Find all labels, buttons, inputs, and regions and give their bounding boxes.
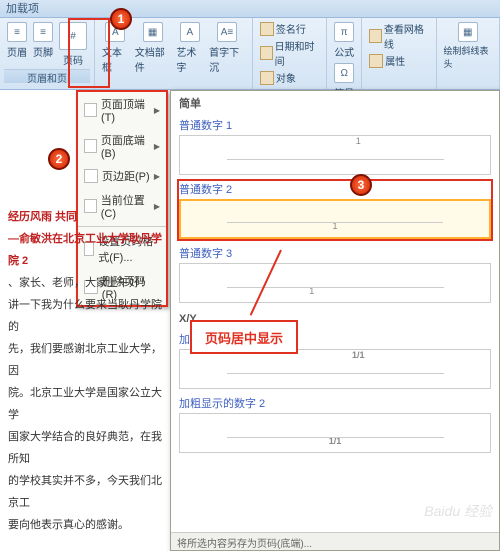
equation-button[interactable]: π公式 <box>331 20 357 61</box>
dropcap-button[interactable]: A≡首字下沉 <box>206 20 248 76</box>
gallery-item-plain1[interactable]: 普通数字 1 1 <box>179 117 491 175</box>
annotation-badge-1: 1 <box>110 8 132 30</box>
signature-button[interactable]: 签名行 <box>257 20 322 37</box>
chevron-right-icon: ▶ <box>154 172 160 181</box>
annotation-badge-3: 3 <box>350 174 372 196</box>
gallery-save-selection[interactable]: 将所选内容另存为页码(底端)... <box>171 532 499 550</box>
doc-text: 院。北京工业大学是国家公立大学 <box>8 382 162 426</box>
footer-button[interactable]: ≡页脚 <box>30 20 56 69</box>
doc-text: 讲一下我为什么要来当耿丹学院的 <box>8 294 162 338</box>
doc-text: 先，我们要感谢北京工业大学，因 <box>8 338 162 382</box>
tab-addins[interactable]: 加载项 <box>6 3 39 15</box>
annotation-badge-2: 2 <box>48 148 70 170</box>
document-body: 经历风雨 共同 —俞敏洪在北京工业大学耿丹学院 2 、家长、老师，大家上午好！ … <box>0 200 170 542</box>
gallery-item-bold2[interactable]: 加粗显示的数字 2 1/1 <box>179 395 491 453</box>
dd-page-top[interactable]: 页面顶端(T)▶ <box>78 92 166 128</box>
object-button[interactable]: 对象 <box>257 69 322 86</box>
docparts-button[interactable]: ▦文档部件 <box>132 20 174 76</box>
props-button[interactable]: 属性 <box>366 52 431 69</box>
drawtable-button[interactable]: ▦绘制斜线表头 <box>441 20 495 72</box>
gallery-item-plain3[interactable]: 普通数字 3 1 <box>179 245 491 303</box>
ribbon: ≡页眉 ≡页脚 #页码 页眉和页 A文本框 ▦文档部件 A艺术字 A≡首字下沉 … <box>0 18 500 90</box>
doc-text: 、家长、老师，大家上午好！ <box>8 272 162 294</box>
chevron-right-icon: ▶ <box>154 142 160 151</box>
dd-page-bottom[interactable]: 页面底端(B)▶ <box>78 128 166 164</box>
header-button[interactable]: ≡页眉 <box>4 20 30 69</box>
chevron-right-icon: ▶ <box>154 106 160 115</box>
gallery-item-plain2[interactable]: 普通数字 2 1 <box>179 181 491 239</box>
dd-page-margin[interactable]: 页边距(P)▶ <box>78 164 166 188</box>
annotation-callout: 页码居中显示 <box>190 320 298 354</box>
doc-title: 经历风雨 共同 <box>8 206 162 228</box>
gallery-section-simple: 简单 <box>171 91 499 115</box>
doc-text: 国家大学结合的良好典范，在我所知 <box>8 426 162 470</box>
watermark: Baidu 经验 <box>424 501 492 521</box>
doc-text: 要向他表示真心的感谢。 <box>8 514 162 536</box>
group-label-headerfooter: 页眉和页 <box>4 69 90 83</box>
pagenum-button[interactable]: #页码 <box>56 20 90 69</box>
doc-subtitle: —俞敏洪在北京工业大学耿丹学院 2 <box>8 228 162 272</box>
window-titlebar: 加载项 <box>0 0 500 18</box>
wordart-button[interactable]: A艺术字 <box>173 20 206 76</box>
datetime-button[interactable]: 日期和时间 <box>257 37 322 69</box>
doc-text: 的学校其实并不多，今天我们北京工 <box>8 470 162 514</box>
viewgrid-button[interactable]: 查看网格线 <box>366 20 431 52</box>
